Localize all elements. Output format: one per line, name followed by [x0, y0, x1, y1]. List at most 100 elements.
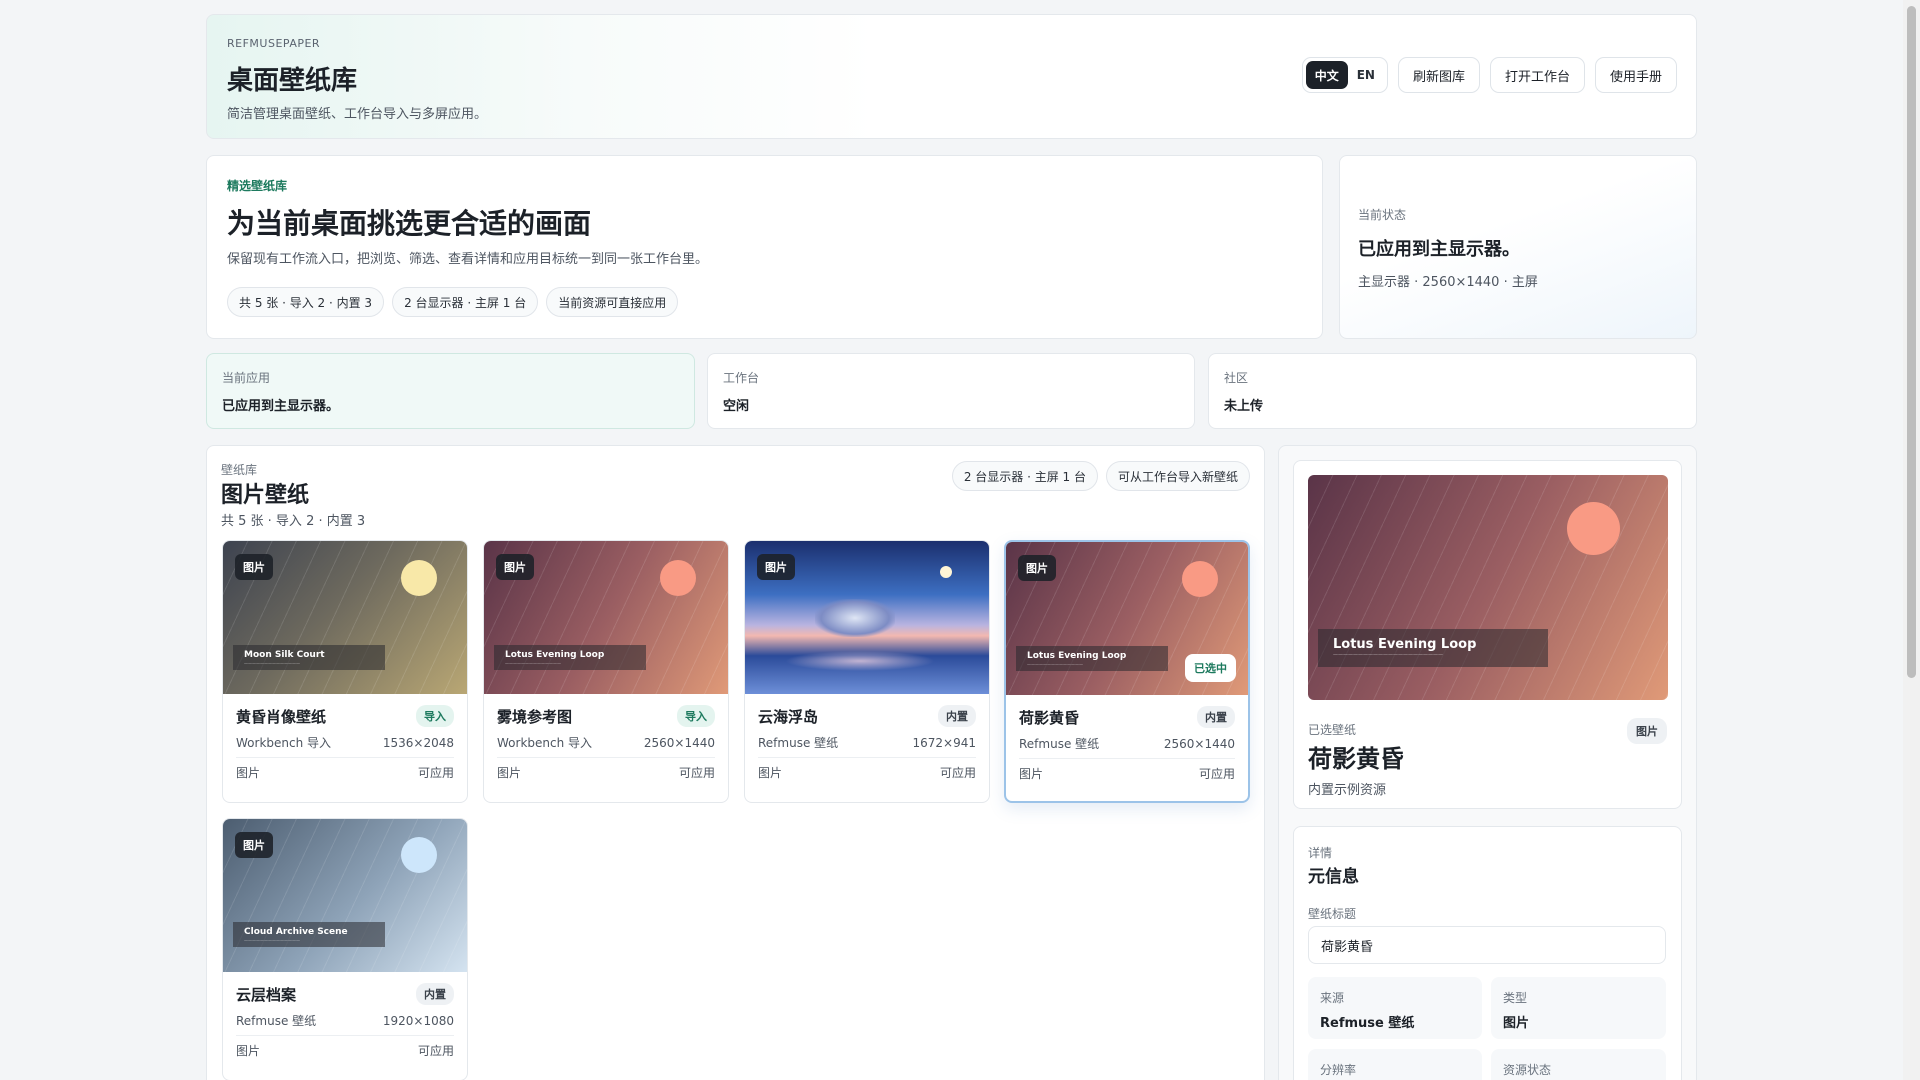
user-manual-button[interactable]: 使用手册 — [1594, 57, 1677, 93]
wallpaper-status: 可应用 — [1198, 766, 1235, 781]
library-eyebrow: 壁纸库 — [221, 463, 258, 477]
status-label: 当前状态 — [1358, 208, 1407, 222]
meta-title: 元信息 — [1308, 867, 1359, 887]
selected-badge: 已选中 — [1185, 654, 1236, 682]
resolution-info: 分辨率 — [1308, 1049, 1482, 1080]
wallpaper-type: 图片 — [236, 1043, 261, 1058]
page-scrollbar[interactable] — [1903, 0, 1920, 1080]
type-info: 类型 图片 — [1491, 977, 1666, 1039]
thumbnail-caption: Cloud Archive Scene —————————————— — [233, 922, 385, 947]
open-workbench-button[interactable]: 打开工作台 — [1489, 57, 1585, 93]
sun-shape — [660, 560, 696, 596]
thumbnail-caption: Moon Silk Court —————————————— — [233, 645, 385, 670]
type-badge: 图片 — [235, 554, 273, 580]
sun-shape — [1182, 561, 1218, 597]
app-header: REFMUSEPAPER 桌面壁纸库 简洁管理桌面壁纸、工作台导入与多屏应用。 … — [206, 14, 1697, 139]
hero-pills: 共 5 张 · 导入 2 · 内置 3 2 台显示器 · 主屏 1 台 当前资源… — [227, 287, 686, 317]
wallpaper-source: Refmuse 壁纸 — [236, 1014, 317, 1028]
header-actions: 中文 EN 刷新图库 打开工作台 使用手册 — [1301, 57, 1677, 93]
hero-eyebrow: 精选壁纸库 — [227, 179, 288, 193]
wallpaper-source: Refmuse 壁纸 — [758, 736, 839, 750]
page-title: 桌面壁纸库 — [227, 66, 358, 96]
wallpaper-status: 可应用 — [417, 1043, 454, 1058]
wallpaper-card[interactable]: Cloud Archive Scene —————————————— 图片 云层档… — [222, 818, 468, 1080]
wallpaper-status: 可应用 — [417, 765, 454, 780]
refresh-gallery-button[interactable]: 刷新图库 — [1397, 57, 1480, 93]
wallpaper-resolution: 1536×2048 — [382, 735, 454, 750]
stat-workbench: 工作台 空闲 — [707, 353, 1195, 429]
library-summary: 共 5 张 · 导入 2 · 内置 3 — [221, 514, 366, 529]
wallpaper-resolution: 2560×1440 — [1163, 736, 1235, 751]
wallpaper-resolution: 2560×1440 — [643, 735, 715, 750]
selected-title: 荷影黄昏 — [1308, 745, 1404, 773]
wallpaper-status: 可应用 — [939, 765, 976, 780]
source-label: 来源 — [1320, 991, 1345, 1005]
type-value: 图片 — [1503, 1016, 1530, 1031]
type-badge: 图片 — [1018, 555, 1056, 581]
type-label: 类型 — [1503, 991, 1528, 1005]
selected-subtitle: 内置示例资源 — [1308, 783, 1387, 798]
status-value: 已应用到主显示器。 — [1358, 239, 1520, 260]
metadata-card: 详情 元信息 壁纸标题 荷影黄昏 来源 Refmuse 壁纸 类型 图片 分辨率… — [1293, 826, 1682, 1080]
asset-status-info: 资源状态 — [1491, 1049, 1666, 1080]
source-info: 来源 Refmuse 壁纸 — [1308, 977, 1482, 1039]
detail-panel: Lotus Evening Loop —————————————————————… — [1278, 445, 1697, 1080]
title-field-label: 壁纸标题 — [1308, 907, 1357, 921]
wallpaper-title: 云海浮岛 — [758, 707, 819, 726]
stat-value: 已应用到主显示器。 — [222, 399, 340, 414]
stat-value: 未上传 — [1224, 399, 1264, 414]
origin-tag: 内置 — [416, 983, 454, 1005]
scrollbar-thumb[interactable] — [1907, 6, 1916, 678]
wallpaper-card[interactable]: 图片 云海浮岛 内置 Refmuse 壁纸 1672×941 图片 可应用 — [744, 540, 990, 803]
island-reflection — [785, 651, 935, 671]
stat-label: 工作台 — [723, 371, 760, 385]
origin-tag: 内置 — [938, 705, 976, 727]
wallpaper-card[interactable]: Moon Silk Court —————————————— 图片 黄昏肖像壁纸 … — [222, 540, 468, 803]
sun-shape — [401, 560, 437, 596]
wallpaper-title: 荷影黄昏 — [1019, 708, 1080, 727]
moon-shape — [940, 566, 952, 578]
type-badge: 图片 — [1627, 718, 1667, 744]
thumbnail-caption: Lotus Evening Loop —————————————— — [1016, 646, 1168, 671]
stat-current-apply: 当前应用 已应用到主显示器。 — [206, 353, 695, 429]
monitor-pill: 2 台显示器 · 主屏 1 台 — [951, 461, 1098, 491]
wallpaper-thumbnail: Lotus Evening Loop —————————————— 图片 已选中 — [1006, 542, 1248, 695]
stat-value: 空闲 — [723, 399, 750, 414]
wallpaper-card-selected[interactable]: Lotus Evening Loop —————————————— 图片 已选中 … — [1004, 540, 1250, 803]
wallpaper-title: 黄昏肖像壁纸 — [236, 707, 327, 726]
title-input[interactable]: 荷影黄昏 — [1308, 926, 1666, 964]
type-badge: 图片 — [235, 832, 273, 858]
wallpaper-type: 图片 — [236, 765, 261, 780]
wallpaper-thumbnail: 图片 — [745, 541, 989, 694]
lang-en-button[interactable]: EN — [1348, 61, 1384, 89]
selected-label: 已选壁纸 — [1308, 723, 1357, 737]
brand-label: REFMUSEPAPER — [227, 37, 321, 50]
hero-description: 保留现有工作流入口，把浏览、筛选、查看详情和应用目标统一到同一张工作台里。 — [227, 252, 709, 267]
wallpaper-thumbnail: Moon Silk Court —————————————— 图片 — [223, 541, 467, 694]
import-hint-pill: 可从工作台导入新壁纸 — [1105, 461, 1250, 491]
stat-label: 社区 — [1224, 371, 1249, 385]
page-subtitle: 简洁管理桌面壁纸、工作台导入与多屏应用。 — [227, 107, 488, 122]
sun-shape — [1567, 502, 1620, 555]
monitor-count-pill: 2 台显示器 · 主屏 1 台 — [392, 287, 539, 317]
wallpaper-resolution: 1672×941 — [912, 735, 977, 750]
preview-image: Lotus Evening Loop —————————————————————… — [1308, 475, 1668, 700]
stat-community: 社区 未上传 — [1208, 353, 1697, 429]
library-title: 图片壁纸 — [221, 483, 310, 508]
wallpaper-source: Workbench 导入 — [497, 736, 593, 750]
preview-card: Lotus Evening Loop —————————————————————… — [1293, 460, 1682, 809]
meta-eyebrow: 详情 — [1308, 846, 1333, 860]
wallpaper-type: 图片 — [497, 765, 522, 780]
lang-zh-button[interactable]: 中文 — [1305, 61, 1348, 89]
origin-tag: 内置 — [1197, 706, 1235, 728]
origin-tag: 导入 — [416, 705, 454, 727]
wallpaper-thumbnail: Cloud Archive Scene —————————————— 图片 — [223, 819, 467, 972]
library-count-pill: 共 5 张 · 导入 2 · 内置 3 — [227, 287, 385, 317]
preview-caption: Lotus Evening Loop —————————————————————… — [1318, 629, 1548, 667]
floating-island — [815, 599, 895, 637]
wallpaper-card[interactable]: Lotus Evening Loop —————————————— 图片 雾境参考… — [483, 540, 729, 803]
wallpaper-source: Workbench 导入 — [236, 736, 332, 750]
origin-tag: 导入 — [677, 705, 715, 727]
language-switch: 中文 EN — [1301, 57, 1388, 93]
status-detail: 主显示器 · 2560×1440 · 主屏 — [1358, 275, 1538, 290]
